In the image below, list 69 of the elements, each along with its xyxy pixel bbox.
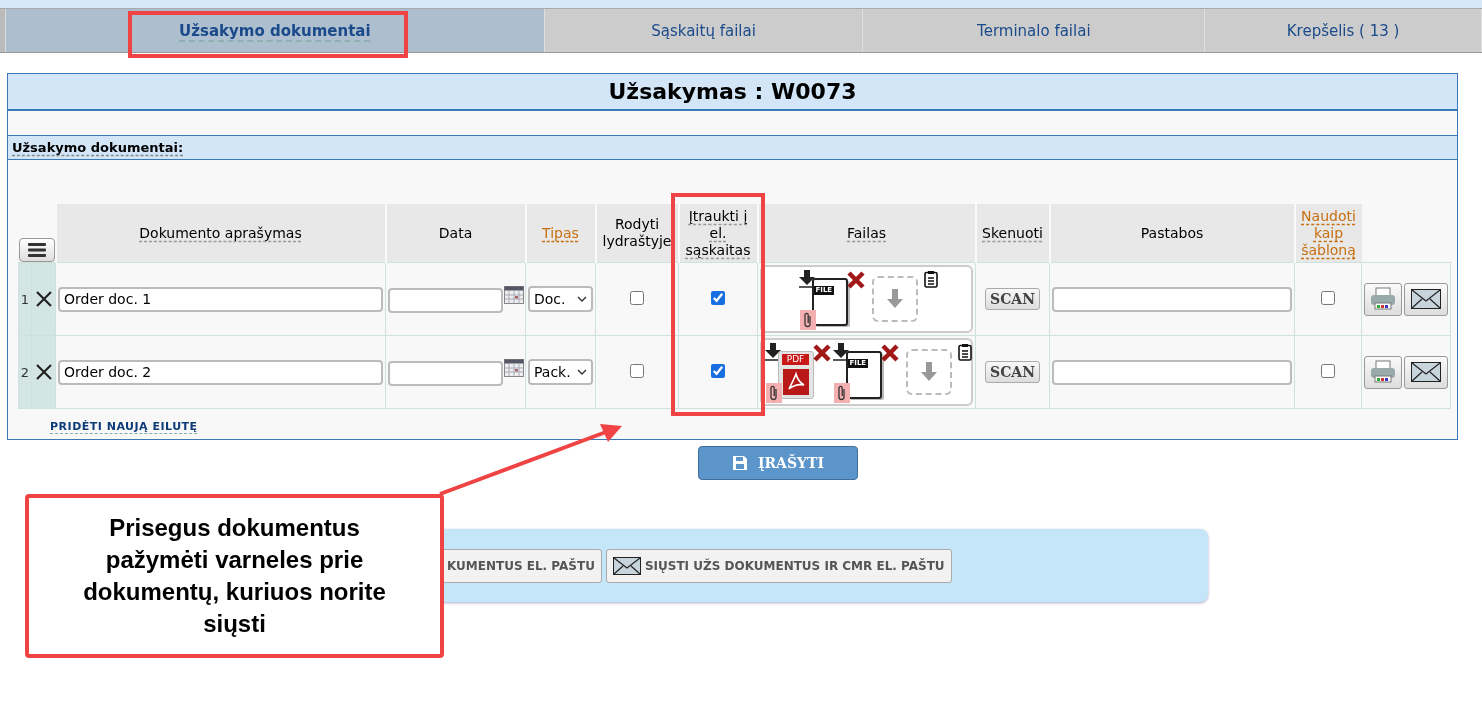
clipboard-icon[interactable] xyxy=(957,343,972,361)
envelope-icon xyxy=(1411,289,1441,309)
email-button[interactable] xyxy=(1404,282,1448,316)
pdf-thumbnail[interactable]: PDF xyxy=(777,351,814,399)
printer-icon xyxy=(1369,360,1397,384)
notes-field[interactable] xyxy=(1052,359,1292,385)
checkbox[interactable] xyxy=(630,290,644,305)
checkbox[interactable] xyxy=(1321,290,1335,305)
description-field[interactable]: Order doc. 2 xyxy=(58,359,383,385)
column-header: Įtraukti į el. sąskaitas xyxy=(678,204,758,263)
paperclip-icon[interactable] xyxy=(799,310,816,330)
checkbox[interactable] xyxy=(711,363,725,378)
row-number: 1 xyxy=(18,262,32,336)
delete-icon[interactable] xyxy=(34,363,53,381)
column-header: Rodyti lydraštyje xyxy=(595,204,679,263)
column-header: Pastabos xyxy=(1049,204,1295,263)
menu-icon xyxy=(27,243,46,257)
column-header: Dokumento aprašymas xyxy=(55,204,386,263)
checkbox[interactable] xyxy=(711,290,725,305)
download-icon[interactable] xyxy=(763,343,782,363)
description-field[interactable]: Order doc. 1 xyxy=(58,286,383,312)
pdf-icon xyxy=(782,369,809,395)
download-icon[interactable] xyxy=(831,343,850,363)
add-row-link[interactable]: PRIDĖTI NAUJĄ EILUTĘ xyxy=(50,420,198,433)
download-arrow-icon xyxy=(886,289,903,309)
type-select[interactable]: Doc. xyxy=(528,286,593,312)
tab[interactable]: Krepšelis ( 13 ) xyxy=(1205,9,1482,52)
send-email-button[interactable]: SIŲSTI UŽS DOKUMENTUS IR CMR EL. PAŠTU xyxy=(605,548,952,583)
download-arrow-icon xyxy=(920,362,937,382)
date-field[interactable] xyxy=(388,360,503,386)
calendar-icon[interactable] xyxy=(504,285,524,304)
email-button[interactable] xyxy=(1404,355,1448,389)
tab[interactable]: Sąskaitų failai xyxy=(544,9,864,52)
calendar-icon[interactable] xyxy=(504,358,524,377)
delete-icon[interactable] xyxy=(34,290,53,308)
caret-icon xyxy=(577,369,587,375)
download-icon[interactable] xyxy=(797,270,816,290)
upload-dropzone[interactable] xyxy=(905,349,952,395)
row-number: 2 xyxy=(18,335,32,409)
tab[interactable]: Terminalo failai xyxy=(863,9,1206,52)
file-type-label: PDF xyxy=(781,354,810,365)
tab[interactable]: Užsakymo dokumentai xyxy=(6,9,545,52)
paperclip-icon[interactable] xyxy=(833,383,850,403)
column-header: Naudoti kaip šabloną xyxy=(1294,204,1362,263)
delete-icon[interactable] xyxy=(845,270,866,290)
paperclip-icon[interactable] xyxy=(765,383,782,403)
caret-icon xyxy=(577,296,587,302)
delete-icon[interactable] xyxy=(879,343,900,363)
printer-icon xyxy=(1369,287,1397,311)
checkbox[interactable] xyxy=(630,363,644,378)
upload-dropzone[interactable] xyxy=(871,276,918,322)
order-title: Užsakymas : W0073 xyxy=(8,74,1457,111)
menu-button[interactable] xyxy=(18,238,55,262)
column-header: Data xyxy=(385,204,526,263)
date-field[interactable] xyxy=(388,287,503,313)
column-header: Failas xyxy=(757,204,976,263)
clipboard-icon[interactable] xyxy=(923,270,938,288)
scan-button[interactable]: SCAN xyxy=(985,288,1040,310)
envelope-icon xyxy=(1411,362,1441,382)
type-select[interactable]: Pack. xyxy=(528,359,593,385)
column-header: Skenuoti xyxy=(975,204,1050,263)
delete-icon[interactable] xyxy=(811,343,832,363)
scan-button[interactable]: SCAN xyxy=(985,361,1040,383)
notes-field[interactable] xyxy=(1052,286,1292,312)
section-label: Užsakymo dokumentai: xyxy=(12,140,184,155)
callout-note: Prisegus dokumentus pažymėti varneles prie dokumentų, kuriuos norite siųsti xyxy=(25,494,444,658)
envelope-icon xyxy=(612,556,641,575)
checkbox[interactable] xyxy=(1321,363,1335,378)
column-header: Tipas xyxy=(525,204,596,263)
